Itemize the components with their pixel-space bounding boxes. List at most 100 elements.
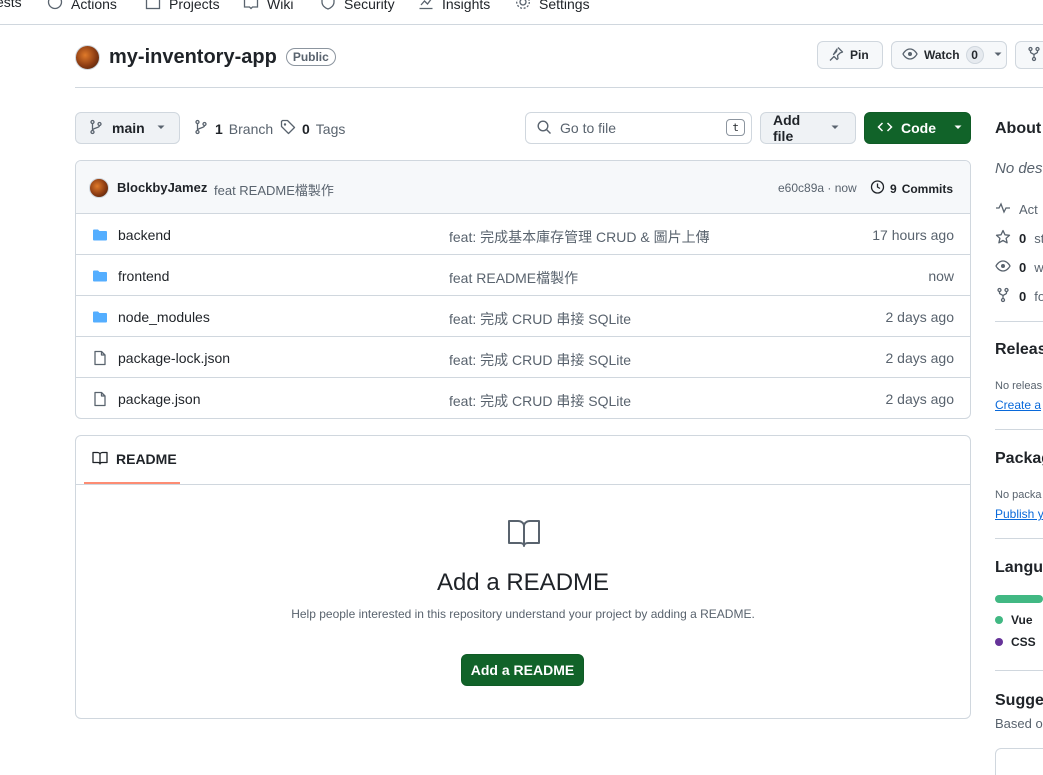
- tag-icon: [280, 119, 296, 138]
- pulse-icon: [995, 200, 1011, 219]
- activity-link[interactable]: Act: [995, 200, 1038, 219]
- chevron-down-icon: [950, 119, 966, 138]
- branches-count: 1: [215, 120, 223, 137]
- book-icon: [243, 0, 259, 13]
- readme-subtitle: Help people interested in this repositor…: [291, 607, 755, 621]
- repo-nav: ests Actions Projects Wiki Security Insi…: [0, 0, 1043, 25]
- sidebar-divider: [995, 321, 1043, 322]
- sidebar-divider: [995, 538, 1043, 539]
- folder-icon: [92, 227, 108, 243]
- language-name: Vue: [1011, 613, 1033, 627]
- sidebar-divider: [995, 670, 1043, 671]
- suggested-text: Based o: [995, 716, 1043, 731]
- chevron-down-icon: [990, 46, 1006, 65]
- add-file-button[interactable]: Add file: [760, 112, 856, 144]
- folder-icon: [92, 309, 108, 325]
- file-commit-time: 2 days ago: [885, 309, 955, 325]
- readme-title: Add a README: [436, 569, 610, 596]
- file-commit-message[interactable]: feat: 完成 CRUD 串接 SQLite: [449, 391, 631, 411]
- language-css[interactable]: CSS: [995, 635, 1036, 649]
- add-readme-button[interactable]: Add a README: [461, 654, 584, 686]
- book-icon: [507, 516, 541, 550]
- file-commit-message[interactable]: feat README檔製作: [449, 268, 578, 288]
- watch-count: 0: [965, 46, 984, 64]
- watch-button[interactable]: Watch 0: [891, 41, 1007, 69]
- chevron-down-icon: [153, 119, 169, 138]
- nav-tab-security[interactable]: Security: [320, 0, 395, 13]
- repo-name[interactable]: my-inventory-app: [109, 46, 277, 69]
- latest-commit-bar: BlockbyJamez feat README檔製作 e60c89a · no…: [76, 161, 970, 214]
- file-name[interactable]: package.json: [118, 391, 201, 407]
- fork-button[interactable]: [1015, 41, 1043, 69]
- file-commit-message[interactable]: feat: 完成 CRUD 串接 SQLite: [449, 309, 631, 329]
- file-row[interactable]: node_modules feat: 完成 CRUD 串接 SQLite 2 day…: [76, 296, 970, 337]
- file-name[interactable]: frontend: [118, 268, 169, 284]
- commit-hash[interactable]: e60c89a · now: [778, 181, 857, 195]
- file-row[interactable]: package-lock.json feat: 完成 CRUD 串接 SQLite…: [76, 337, 970, 378]
- stars-count: 0: [1019, 231, 1027, 246]
- watchers-link[interactable]: 0 w: [995, 258, 1043, 277]
- nav-tab-wiki[interactable]: Wiki: [243, 0, 293, 13]
- nav-tab-projects[interactable]: Projects: [145, 0, 220, 13]
- releases-heading[interactable]: Releas: [995, 341, 1043, 359]
- language-vue[interactable]: Vue: [995, 613, 1033, 627]
- code-toolbar: main 1 Branch 0 Tags Go to file t Add fi…: [75, 112, 971, 144]
- readme-tab-label: README: [116, 451, 177, 467]
- add-file-label: Add file: [773, 112, 801, 144]
- activity-label: Act: [1019, 202, 1038, 217]
- releases-text: No releas: [995, 380, 1043, 392]
- pin-button[interactable]: Pin: [817, 41, 883, 69]
- language-bar: [995, 595, 1043, 603]
- commits-link[interactable]: 9 Commits: [869, 179, 953, 198]
- nav-tab-actions[interactable]: Actions: [47, 0, 117, 13]
- tags-link[interactable]: 0 Tags: [280, 119, 345, 138]
- language-name: CSS: [1011, 635, 1036, 649]
- branches-link[interactable]: 1 Branch: [193, 119, 273, 138]
- branch-select[interactable]: main: [75, 112, 180, 144]
- publish-package-link[interactable]: Publish y: [995, 507, 1043, 521]
- create-release-link[interactable]: Create a: [995, 398, 1041, 412]
- nav-tab-insights[interactable]: Insights: [418, 0, 490, 13]
- nav-tab-label: Actions: [71, 0, 117, 12]
- file-row[interactable]: frontend feat README檔製作 now: [76, 255, 970, 296]
- file-commit-time: 2 days ago: [885, 391, 955, 407]
- commits-label: Commits: [901, 181, 954, 196]
- nav-tab-label: Insights: [442, 0, 491, 12]
- go-to-file-input[interactable]: Go to file t: [525, 112, 752, 144]
- fork-icon: [995, 287, 1011, 306]
- code-button[interactable]: Code: [864, 112, 971, 144]
- avatar[interactable]: [75, 44, 100, 70]
- commits-count: 9: [890, 181, 897, 196]
- fork-icon: [1026, 46, 1042, 65]
- packages-heading[interactable]: Packag: [995, 450, 1043, 468]
- search-placeholder: Go to file: [560, 120, 617, 136]
- forks-link[interactable]: 0 fo: [995, 287, 1043, 306]
- file-name[interactable]: backend: [118, 227, 171, 243]
- file-row[interactable]: backend feat: 完成基本庫存管理 CRUD & 圖片上傳 17 hour…: [76, 214, 970, 255]
- nav-tab-label: Security: [344, 0, 395, 12]
- nav-tab-pull-requests[interactable]: ests: [0, 0, 22, 10]
- nav-tab-label: ests: [0, 0, 22, 10]
- file-name[interactable]: package-lock.json: [118, 350, 230, 366]
- file-commit-message[interactable]: feat: 完成基本庫存管理 CRUD & 圖片上傳: [449, 227, 710, 247]
- readme-divider: [76, 484, 970, 485]
- file-commit-message[interactable]: feat: 完成 CRUD 串接 SQLite: [449, 350, 631, 370]
- readme-panel: README Add a README Help people interest…: [75, 435, 971, 719]
- file-icon: [92, 391, 108, 407]
- file-row[interactable]: package.json feat: 完成 CRUD 串接 SQLite 2 day…: [76, 378, 970, 418]
- file-name[interactable]: node_modules: [118, 309, 210, 325]
- commit-author-avatar[interactable]: [89, 178, 109, 198]
- readme-tab[interactable]: README: [84, 436, 180, 484]
- tags-count: 0: [302, 120, 310, 137]
- branch-icon: [193, 119, 209, 138]
- nav-tab-settings[interactable]: Settings: [515, 0, 590, 13]
- packages-text: No packa: [995, 489, 1042, 501]
- file-commit-time: now: [928, 268, 954, 284]
- stars-link[interactable]: 0 st: [995, 229, 1043, 248]
- commit-author[interactable]: BlockbyJamez: [117, 180, 207, 195]
- graph-icon: [418, 0, 434, 13]
- commit-message[interactable]: feat README檔製作: [214, 180, 334, 199]
- eye-icon: [902, 46, 918, 65]
- suggested-workflow-card[interactable]: [995, 748, 1043, 775]
- search-icon: [536, 119, 552, 138]
